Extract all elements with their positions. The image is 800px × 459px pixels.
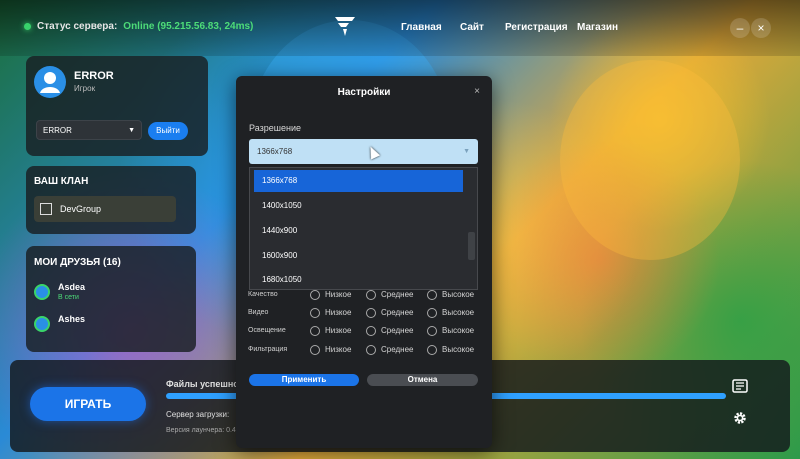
radio-low[interactable]: [310, 326, 320, 336]
cancel-button[interactable]: Отмена: [367, 374, 478, 386]
account-select[interactable]: ERROR ▼: [36, 120, 142, 140]
setting-label: Видео: [248, 309, 269, 316]
download-status-text: Файлы успешно: [166, 379, 239, 389]
server-status: Статус сервера: Online (95.215.56.83, 24…: [24, 21, 253, 32]
resolution-label: Разрешение: [249, 123, 301, 133]
chevron-down-icon: ▼: [128, 127, 135, 134]
resolution-option[interactable]: 1680x1050: [254, 269, 463, 291]
nav-register[interactable]: Регистрация: [505, 22, 568, 33]
radio-label: Среднее: [381, 290, 414, 299]
settings-close-button[interactable]: ×: [474, 86, 480, 97]
radio-high[interactable]: [427, 290, 437, 300]
radio-label: Высокое: [442, 290, 475, 299]
radio-low[interactable]: [310, 345, 320, 355]
radio-medium[interactable]: [366, 345, 376, 355]
friend-avatar: [34, 316, 50, 332]
setting-label: Освещение: [248, 327, 286, 334]
top-bar: Статус сервера: Online (95.215.56.83, 24…: [0, 0, 800, 56]
avatar[interactable]: [34, 66, 66, 98]
status-label: Статус сервера:: [37, 21, 118, 32]
dropdown-scrollbar[interactable]: [468, 232, 475, 260]
radio-label: Низкое: [325, 290, 352, 299]
resolution-option[interactable]: 1366x768: [254, 170, 463, 192]
profile-name: ERROR: [74, 70, 114, 82]
settings-title: Настройки: [337, 87, 391, 98]
clan-icon: [40, 203, 52, 215]
friends-title: МОИ ДРУЗЬЯ (16): [34, 257, 121, 268]
radio-medium[interactable]: [366, 326, 376, 336]
radio-label: Низкое: [325, 308, 352, 317]
profile-role: Игрок: [74, 84, 96, 93]
logout-button[interactable]: Выйти: [148, 122, 188, 140]
resolution-option[interactable]: 1400x1050: [254, 195, 463, 217]
gear-icon[interactable]: [732, 410, 748, 429]
download-server-label: Сервер загрузки:: [166, 410, 230, 419]
resolution-select-value: 1366x768: [257, 147, 293, 156]
news-icon[interactable]: [732, 378, 748, 397]
setting-label: Качество: [248, 291, 278, 298]
friend-name: Ashes: [58, 314, 86, 324]
background-blob-right: [560, 60, 740, 260]
radio-label: Низкое: [325, 326, 352, 335]
settings-dialog: Настройки × Разрешение 1366x768 ▼ 1366x7…: [236, 76, 492, 448]
window-close-button[interactable]: ×: [751, 18, 771, 38]
radio-high[interactable]: [427, 345, 437, 355]
status-value: Online (95.215.56.83, 24ms): [123, 21, 254, 32]
radio-label: Среднее: [381, 345, 414, 354]
clan-name: DevGroup: [60, 204, 102, 214]
chevron-down-icon: ▼: [463, 148, 470, 155]
resolution-option[interactable]: 1600x900: [254, 245, 463, 267]
radio-low[interactable]: [310, 290, 320, 300]
radio-label: Высокое: [442, 308, 475, 317]
friends-panel: МОИ ДРУЗЬЯ (16) Asdea В сети Ashes: [26, 246, 196, 352]
radio-label: Высокое: [442, 326, 475, 335]
apply-button[interactable]: Применить: [249, 374, 359, 386]
launcher-logo-icon: [335, 17, 355, 36]
nav-site[interactable]: Сайт: [460, 22, 484, 33]
nav-shop[interactable]: Магазин: [577, 22, 618, 33]
profile-panel: ERROR Игрок ERROR ▼ Выйти: [26, 56, 208, 156]
radio-label: Среднее: [381, 308, 414, 317]
radio-label: Среднее: [381, 326, 414, 335]
setting-label: Фильтрация: [248, 346, 288, 353]
friend-name: Asdea: [58, 282, 86, 292]
resolution-select[interactable]: 1366x768 ▼: [249, 139, 478, 164]
account-select-value: ERROR: [43, 126, 72, 135]
launcher-version: Версия лаунчера: 0.4: [166, 427, 236, 434]
user-icon: [40, 72, 60, 93]
radio-high[interactable]: [427, 308, 437, 318]
play-button[interactable]: ИГРАТЬ: [30, 387, 146, 421]
friend-status: В сети: [58, 294, 79, 301]
radio-medium[interactable]: [366, 290, 376, 300]
radio-label: Низкое: [325, 345, 352, 354]
radio-high[interactable]: [427, 326, 437, 336]
resolution-option[interactable]: 1440x900: [254, 220, 463, 242]
status-dot: [24, 23, 31, 30]
radio-label: Высокое: [442, 345, 475, 354]
clan-item[interactable]: DevGroup: [34, 196, 176, 222]
minimize-button[interactable]: –: [730, 18, 750, 38]
radio-low[interactable]: [310, 308, 320, 318]
radio-medium[interactable]: [366, 308, 376, 318]
clan-title: ВАШ КЛАН: [34, 176, 89, 187]
clan-panel: ВАШ КЛАН DevGroup: [26, 166, 196, 234]
nav-home[interactable]: Главная: [401, 22, 442, 33]
friend-avatar: [34, 284, 50, 300]
resolution-dropdown: 1366x768 1400x1050 1440x900 1600x900 168…: [249, 167, 478, 290]
